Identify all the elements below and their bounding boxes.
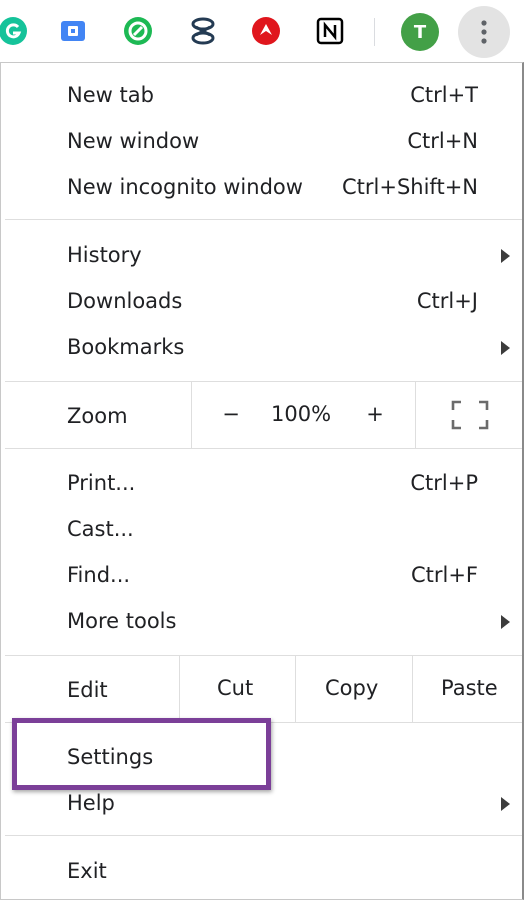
menu-item-label: History (67, 243, 142, 267)
edit-row: Edit Cut Copy Paste (1, 656, 522, 722)
fullscreen-icon[interactable] (451, 400, 489, 430)
menu-item-cast[interactable]: Cast... (1, 507, 522, 553)
zoom-row: Zoom − 100% + (1, 382, 522, 448)
menu-item-label: Downloads (67, 289, 183, 313)
menu-item-label: Find... (67, 563, 131, 587)
submenu-arrow-icon (501, 341, 510, 355)
menu-item-new-tab[interactable]: New tab Ctrl+T (1, 73, 522, 119)
edit-divider (179, 656, 180, 722)
extension-blue-icon[interactable] (56, 14, 90, 48)
menu-item-label: Bookmarks (67, 335, 185, 359)
menu-divider (5, 835, 522, 836)
edit-divider (295, 656, 296, 722)
cut-button[interactable]: Cut (217, 676, 253, 700)
zoom-divider (415, 382, 416, 448)
edit-divider (412, 656, 413, 722)
submenu-arrow-icon (501, 797, 510, 811)
zoom-label: Zoom (67, 404, 128, 428)
edit-label: Edit (67, 678, 108, 702)
menu-item-label: More tools (67, 609, 177, 633)
three-dots-icon (481, 20, 487, 44)
menu-item-shortcut: Ctrl+T (410, 83, 478, 107)
settings-highlight-box (12, 718, 271, 790)
menu-item-shortcut: Ctrl+F (410, 563, 478, 587)
submenu-arrow-icon (501, 249, 510, 263)
menu-item-history[interactable]: History (1, 233, 522, 279)
hourglass-extension-icon[interactable] (186, 14, 220, 48)
avatar-letter: T (413, 21, 427, 43)
menu-item-shortcut: Ctrl+J (416, 289, 478, 313)
menu-item-print[interactable]: Print... Ctrl+P (1, 461, 522, 507)
browser-toolbar: T (0, 0, 526, 64)
profile-avatar[interactable]: T (401, 13, 439, 51)
zoom-out-button[interactable]: − (221, 402, 241, 426)
menu-item-label: Exit (67, 859, 107, 883)
menu-item-label: New window (67, 129, 200, 153)
leaf-extension-icon[interactable] (121, 14, 155, 48)
toolbar-separator (374, 18, 375, 46)
zoom-level: 100% (271, 402, 332, 426)
submenu-arrow-icon (501, 615, 510, 629)
notion-icon[interactable] (313, 14, 347, 48)
menu-item-label: New tab (67, 83, 154, 107)
zoom-in-button[interactable]: + (365, 402, 385, 426)
paste-button[interactable]: Paste (441, 676, 498, 700)
menu-item-label: New incognito window (67, 175, 303, 199)
menu-item-bookmarks[interactable]: Bookmarks (1, 325, 522, 371)
menu-item-downloads[interactable]: Downloads Ctrl+J (1, 279, 522, 325)
copy-button[interactable]: Copy (325, 676, 378, 700)
menu-item-label: Print... (67, 471, 136, 495)
red-extension-icon[interactable] (249, 14, 283, 48)
zoom-divider (191, 382, 192, 448)
menu-item-shortcut: Ctrl+N (407, 129, 478, 153)
grammarly-icon[interactable] (0, 14, 30, 48)
menu-item-label: Help (67, 791, 115, 815)
menu-item-exit[interactable]: Exit (1, 849, 522, 895)
menu-item-new-window[interactable]: New window Ctrl+N (1, 119, 522, 165)
menu-item-more-tools[interactable]: More tools (1, 599, 522, 645)
menu-item-shortcut: Ctrl+Shift+N (342, 175, 478, 199)
menu-item-shortcut: Ctrl+P (410, 471, 478, 495)
menu-divider (5, 448, 522, 449)
menu-item-new-incognito-window[interactable]: New incognito window Ctrl+Shift+N (1, 165, 522, 211)
menu-kebab-button[interactable] (458, 6, 510, 58)
menu-divider (5, 219, 522, 220)
menu-item-find[interactable]: Find... Ctrl+F (1, 553, 522, 599)
menu-item-label: Cast... (67, 517, 134, 541)
